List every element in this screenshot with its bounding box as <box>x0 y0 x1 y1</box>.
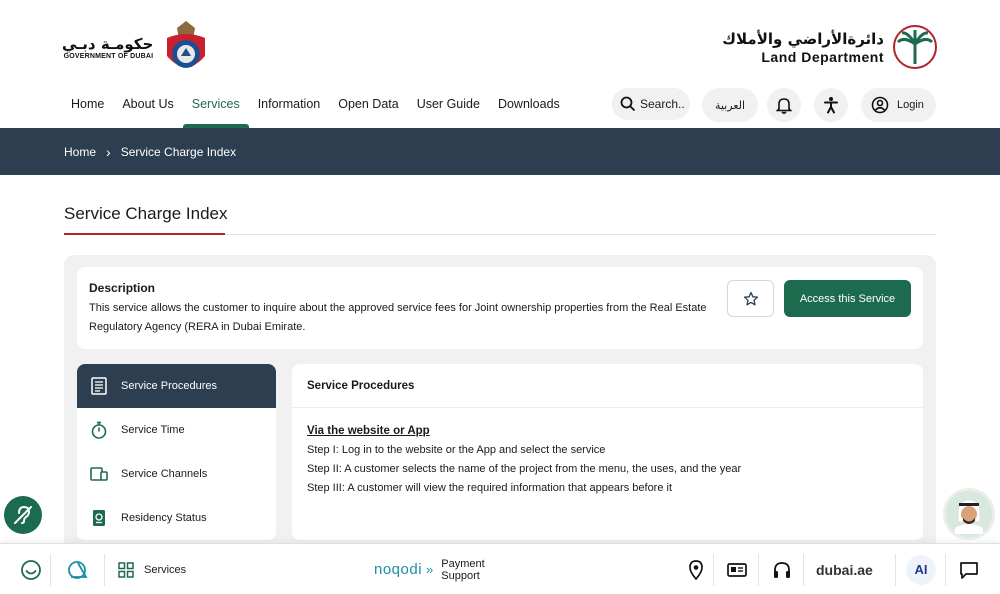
side-item-label: Service Time <box>121 424 185 436</box>
toolbar-divider <box>713 554 714 586</box>
headphones-icon <box>774 561 790 578</box>
service-info-menu: Service Procedures Service Time Service … <box>77 364 276 540</box>
dubai-emblem-icon <box>167 21 206 68</box>
stopwatch-icon <box>89 420 109 440</box>
nav-about-us[interactable]: About Us <box>113 88 182 128</box>
ld-arabic-text: دائرةالأراضي والأملاك <box>722 30 884 48</box>
side-item-residency-status[interactable]: Residency Status <box>77 496 276 540</box>
services-label: Services <box>144 563 187 576</box>
ai-icon: AI <box>906 554 936 585</box>
star-icon <box>743 291 758 305</box>
assistant-avatar-icon <box>955 499 983 534</box>
grid-icon <box>118 561 134 578</box>
main-navigation: Home About Us Services Information Open … <box>62 88 569 128</box>
search-icon <box>620 96 636 112</box>
accessibility-button[interactable] <box>814 88 848 122</box>
toolbar-divider <box>895 554 896 586</box>
page-title: Service Charge Index <box>64 204 228 223</box>
nav-downloads[interactable]: Downloads <box>489 88 569 128</box>
toolbar-divider <box>803 554 804 586</box>
user-circle-icon <box>871 96 889 114</box>
newspaper-icon <box>727 562 747 577</box>
double-chevron-icon: » <box>426 562 434 577</box>
gov-logo-text: حكومـة دبـي GOVERNMENT OF DUBAI <box>62 35 153 60</box>
ld-english-text: Land Department <box>761 49 884 65</box>
notifications-button[interactable] <box>767 88 801 122</box>
chevron-right-icon: › <box>106 143 111 160</box>
search-label: Search.. <box>640 97 685 111</box>
side-item-service-time[interactable]: Service Time <box>77 408 276 452</box>
toolbar-divider <box>104 554 105 586</box>
procedure-channel-heading: Via the website or App <box>307 425 430 437</box>
site-header: حكومـة دبـي GOVERNMENT OF DUBAI دائرةالأ… <box>0 0 1000 128</box>
ld-logo-text: دائرةالأراضي والأملاك Land Department <box>722 29 884 65</box>
app-logo-icon <box>68 560 88 579</box>
land-department-logo[interactable]: دائرةالأراضي والأملاك Land Department <box>722 24 938 70</box>
login-button[interactable]: Login <box>861 88 936 122</box>
side-item-service-channels[interactable]: Service Channels <box>77 452 276 496</box>
bottom-toolbar: Services noqodi » Payment Support dubai.… <box>0 543 1000 594</box>
description-title: Description <box>89 281 156 295</box>
nav-information[interactable]: Information <box>249 88 330 128</box>
payment-line-1: Payment <box>441 557 485 570</box>
favorite-button[interactable] <box>727 280 774 317</box>
hearing-icon <box>14 505 32 524</box>
support-button[interactable] <box>772 544 792 594</box>
breadcrumb-current: Service Charge Index <box>120 144 237 159</box>
happiness-meter-button[interactable] <box>20 544 42 594</box>
side-item-label: Residency Status <box>121 512 207 524</box>
noqodi-logo: noqodi <box>374 561 423 578</box>
language-toggle-button[interactable]: العربية <box>702 88 758 122</box>
nav-user-guide[interactable]: User Guide <box>408 88 489 128</box>
services-button[interactable]: Services <box>118 544 186 594</box>
payment-line-2: Support <box>441 569 480 582</box>
search-button[interactable]: Search.. <box>612 88 690 120</box>
hearing-accessibility-button[interactable] <box>4 496 42 534</box>
chat-button[interactable] <box>959 544 979 594</box>
smiley-icon <box>21 559 41 580</box>
dubai-now-button[interactable] <box>66 544 92 594</box>
content-heading: Service Procedures <box>292 364 923 408</box>
side-item-label: Service Procedures <box>121 380 217 392</box>
virtual-assistant-avatar-button[interactable] <box>943 488 995 540</box>
devices-icon <box>89 464 109 484</box>
nav-services[interactable]: Services <box>182 88 249 128</box>
location-button[interactable] <box>688 544 704 594</box>
breadcrumb: Home › Service Charge Index <box>0 128 1000 175</box>
dubai-ae-logo: dubai.ae <box>816 561 873 578</box>
procedure-step: Step I: Log in to the website or the App… <box>307 444 606 456</box>
side-item-label: Service Channels <box>121 468 208 480</box>
toolbar-divider <box>758 554 759 586</box>
gov-arabic-text: حكومـة دبـي <box>62 34 154 53</box>
bell-icon <box>775 98 793 114</box>
description-text: This service allows the customer to inqu… <box>89 302 707 333</box>
accessibility-icon <box>824 97 838 114</box>
chat-bubble-icon <box>960 561 978 579</box>
nav-open-data[interactable]: Open Data <box>329 88 407 128</box>
access-service-button[interactable]: Access this Service <box>784 280 911 317</box>
ai-assistant-button[interactable]: AI <box>906 544 936 594</box>
side-item-service-procedures[interactable]: Service Procedures <box>77 364 276 408</box>
palm-tree-logo-icon <box>893 25 937 69</box>
toolbar-divider <box>945 554 946 586</box>
procedure-step: Step III: A customer will view the requi… <box>307 482 673 494</box>
noqodi-payment-support-button[interactable]: noqodi » Payment Support <box>374 544 485 594</box>
gov-english-text: GOVERNMENT OF DUBAI <box>63 52 154 60</box>
title-accent-underline <box>64 233 225 235</box>
breadcrumb-home[interactable]: Home <box>64 145 96 159</box>
government-of-dubai-logo[interactable]: حكومـة دبـي GOVERNMENT OF DUBAI <box>62 18 213 76</box>
procedure-step: Step II: A customer selects the name of … <box>307 463 742 475</box>
location-pin-icon <box>689 559 703 580</box>
payment-support-label: Payment Support <box>441 558 484 582</box>
toolbar-divider <box>50 554 51 586</box>
content-body: Via the website or App Step I: Log in to… <box>292 408 923 512</box>
procedures-document-icon <box>89 376 109 396</box>
login-label: Login <box>897 99 924 111</box>
passport-icon <box>89 508 109 528</box>
dubai-ae-link[interactable]: dubai.ae <box>816 544 873 594</box>
news-button[interactable] <box>727 544 747 594</box>
nav-home[interactable]: Home <box>62 88 113 128</box>
service-procedures-card: Service Procedures Via the website or Ap… <box>292 364 923 540</box>
